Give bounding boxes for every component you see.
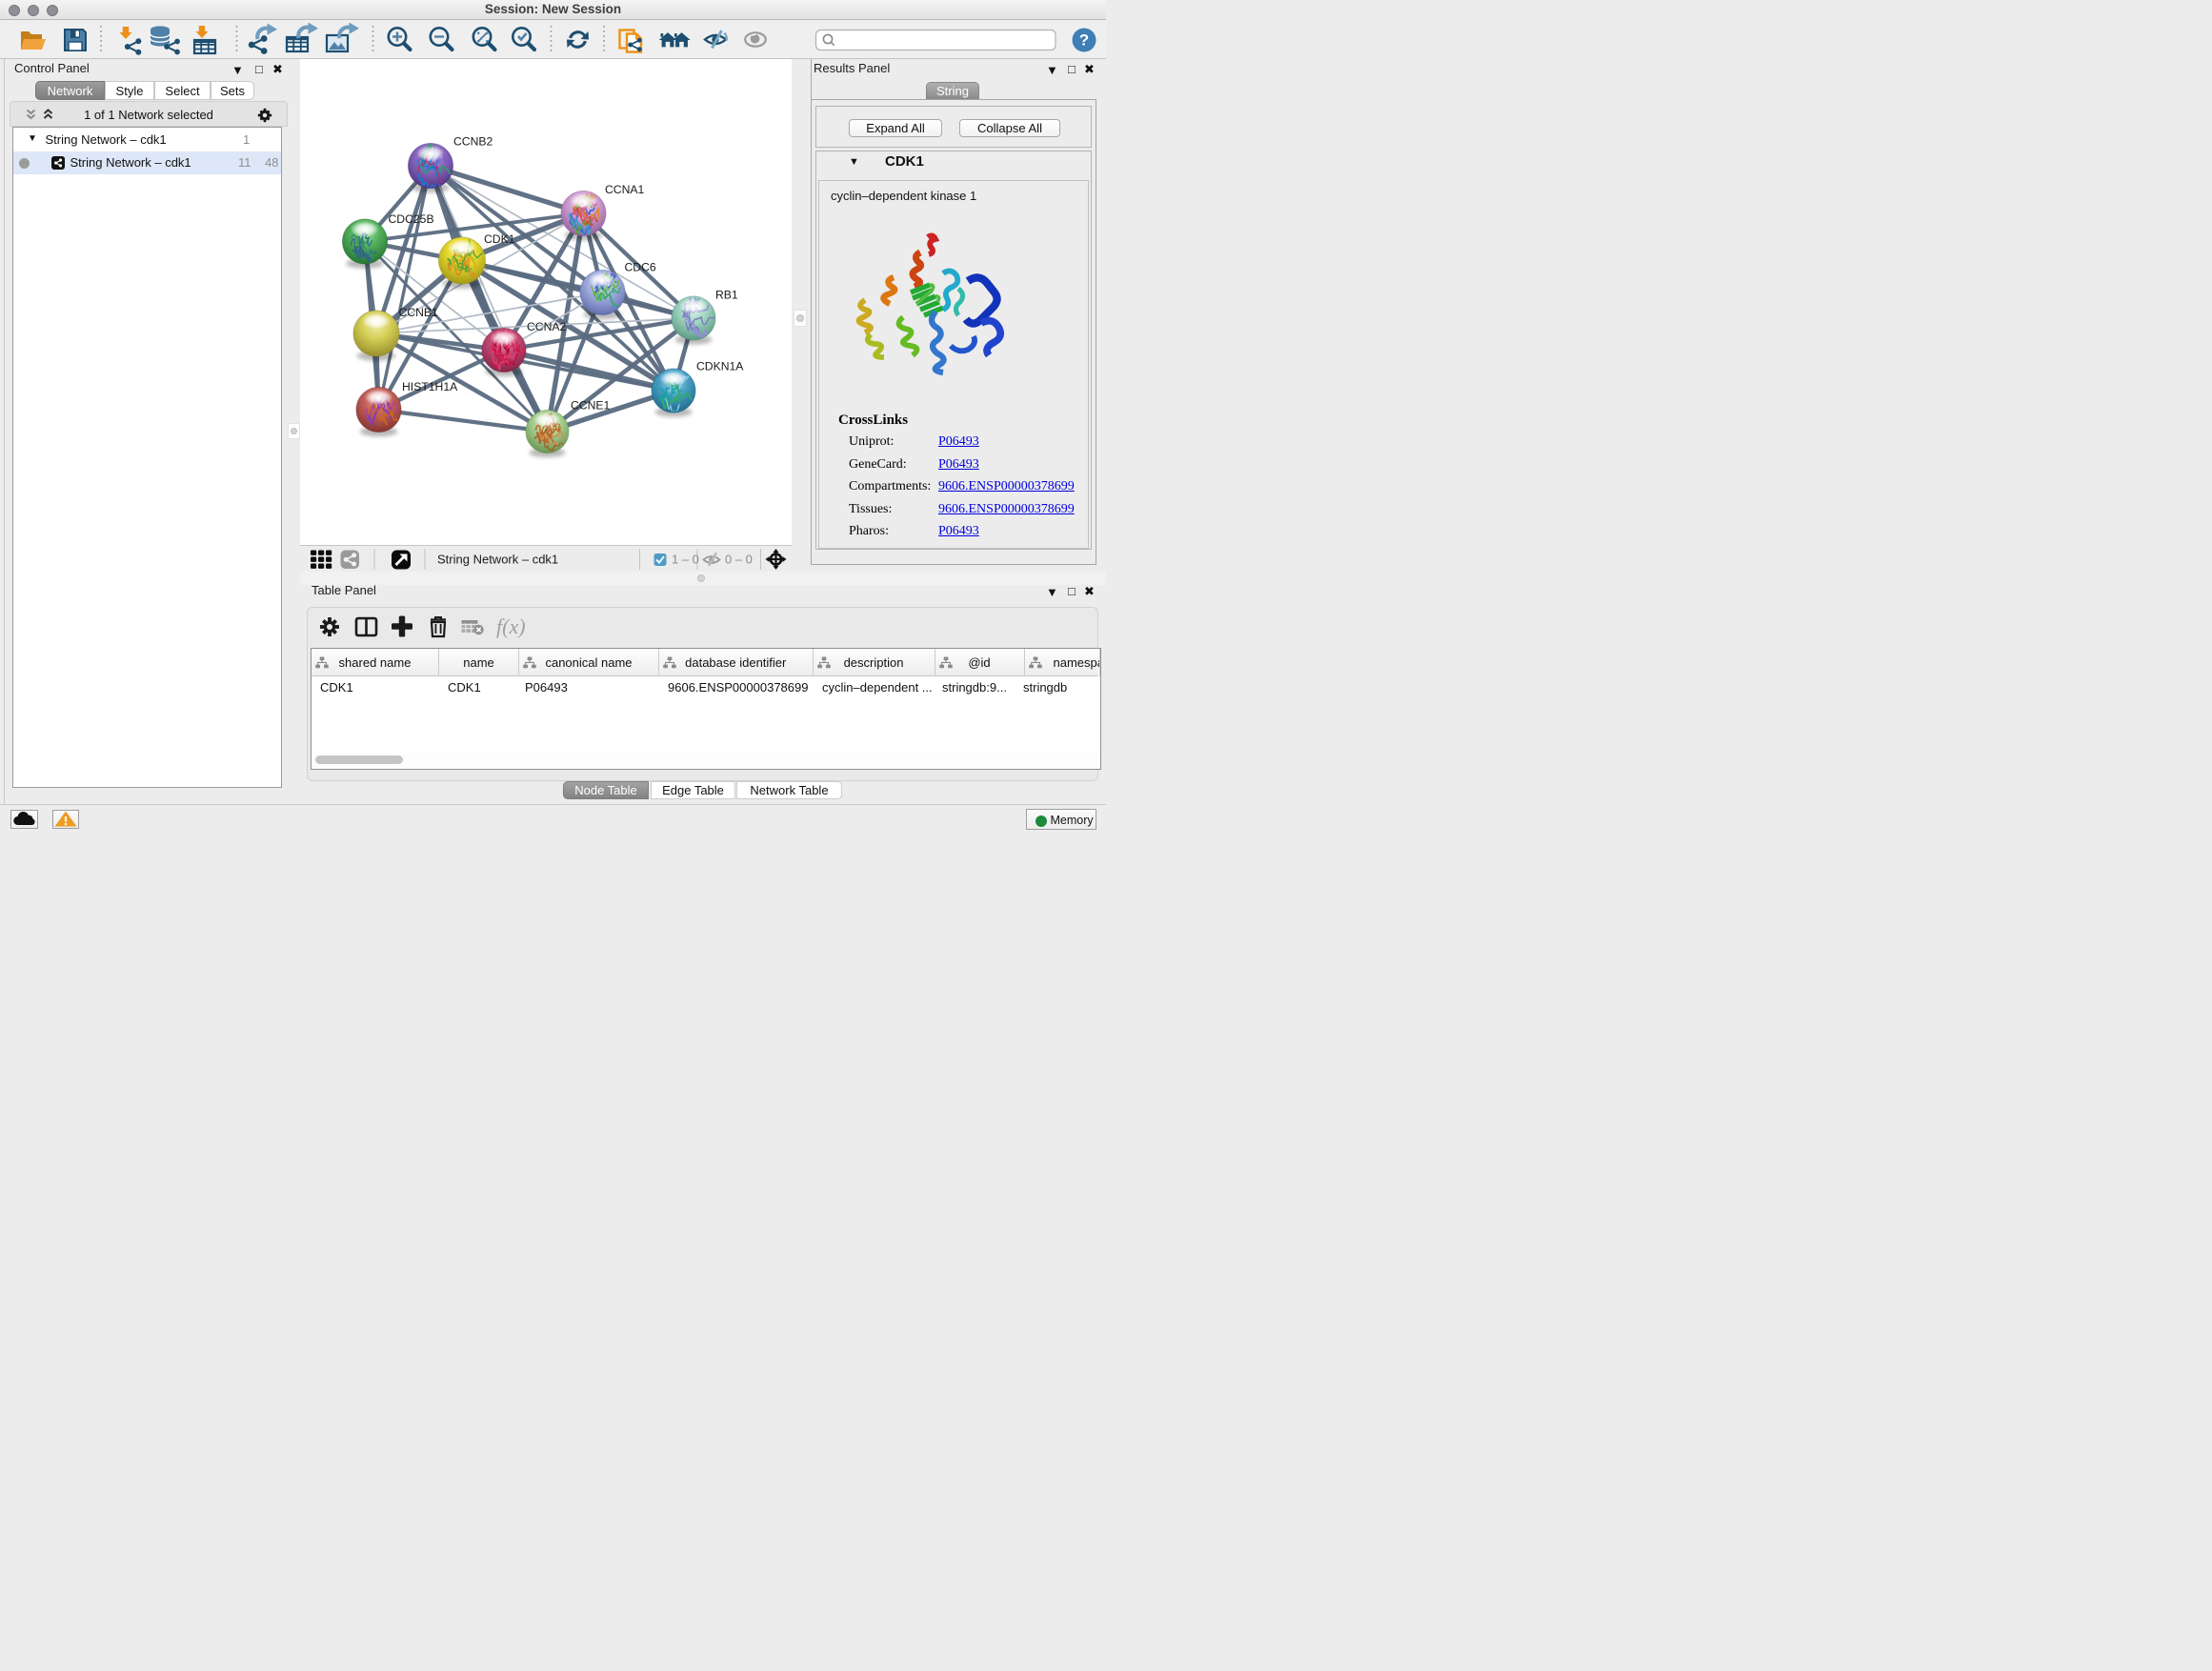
svg-text:CCNE1: CCNE1 xyxy=(571,399,611,413)
svg-text:RB1: RB1 xyxy=(715,289,738,302)
svg-text:CDKN1A: CDKN1A xyxy=(696,360,744,373)
svg-text:?: ? xyxy=(1079,31,1089,50)
svg-text:String Network – cdk1: String Network – cdk1 xyxy=(437,553,558,567)
svg-text:CCNB2: CCNB2 xyxy=(453,135,493,149)
svg-text:0 – 0: 0 – 0 xyxy=(725,553,753,567)
svg-text:CCNB1: CCNB1 xyxy=(399,306,439,319)
svg-text:CDC6: CDC6 xyxy=(625,261,656,274)
svg-text:CDC25B: CDC25B xyxy=(389,212,434,226)
svg-text:HIST1H1A: HIST1H1A xyxy=(402,380,458,393)
svg-text:CCNA1: CCNA1 xyxy=(605,183,645,196)
svg-text:CCNA2: CCNA2 xyxy=(527,320,567,333)
svg-text:f(x): f(x) xyxy=(496,614,526,638)
svg-text:CDK1: CDK1 xyxy=(484,232,515,246)
svg-text:1 – 0: 1 – 0 xyxy=(672,553,699,567)
